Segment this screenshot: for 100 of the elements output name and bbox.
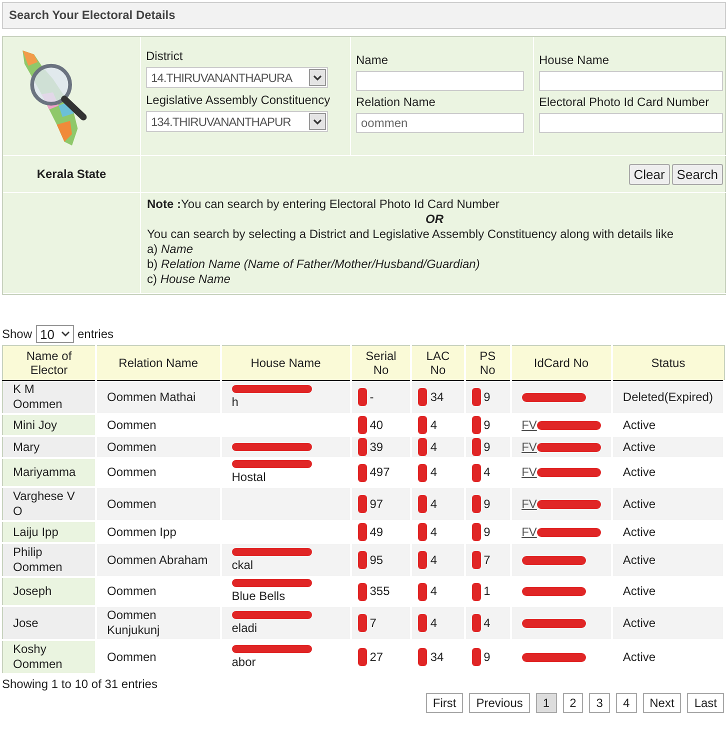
table-cell: Oommen Abraham: [96, 543, 221, 577]
table-cell: 4: [430, 524, 437, 540]
note-text: You can search by selecting a District and Legislative Assembly Constituency along with details like: [147, 227, 674, 242]
table-cell: 34: [430, 390, 444, 404]
table-cell: 97: [370, 496, 384, 512]
pagination-button[interactable]: Last: [687, 693, 724, 713]
table-cell: Varghese V O: [2, 487, 96, 521]
entries-info: Showing 1 to 10 of 31 entries: [2, 677, 158, 691]
table-cell: 49: [370, 524, 384, 540]
table-cell: 9: [484, 650, 490, 664]
table-cell: 497: [370, 465, 390, 480]
table-cell: 4: [430, 584, 437, 599]
column-header[interactable]: Relation Name: [96, 346, 221, 380]
pagination-button[interactable]: Previous: [469, 693, 530, 713]
column-header[interactable]: Serial No: [350, 346, 412, 380]
pagination-button[interactable]: Next: [642, 693, 682, 713]
idcard-link[interactable]: FV: [522, 496, 537, 512]
district-select[interactable]: 14.THIRUVANANTHAPURA: [146, 67, 328, 88]
column-header[interactable]: IdCard No: [510, 346, 612, 380]
table-cell: 4: [484, 465, 490, 480]
chevron-down-icon: [60, 331, 70, 337]
note-text: Note :You can search by entering Electoral Photo Id Card Number: [147, 197, 500, 212]
epic-field[interactable]: [539, 113, 723, 133]
pagination-button[interactable]: 1: [536, 693, 557, 713]
form-button[interactable]: Search: [672, 164, 723, 184]
name-field[interactable]: [356, 71, 524, 91]
table-cell-text: eladi: [232, 620, 258, 636]
state-label: Kerala State: [36, 167, 106, 181]
table-cell: Oommen: [96, 487, 221, 521]
entries-label: entries: [78, 327, 114, 341]
name-label: Name: [356, 53, 390, 67]
table-cell: 7: [370, 616, 376, 630]
table-cell: 4: [430, 616, 437, 630]
table-cell: Active: [612, 436, 724, 458]
table-cell: 4: [484, 616, 490, 630]
or-text: OR: [424, 212, 444, 227]
house-name-field[interactable]: [539, 71, 723, 91]
table-cell: 9: [484, 418, 490, 432]
table-cell: Mary: [2, 436, 96, 458]
pagination-button[interactable]: 2: [562, 693, 584, 713]
table-cell: 4: [430, 440, 437, 454]
table-cell: 40: [370, 418, 384, 432]
table-cell: 4: [430, 465, 437, 480]
table-cell: Koshy Oommen: [2, 640, 96, 674]
relation-name-label: Relation Name: [356, 95, 436, 109]
column-header[interactable]: LAC No: [411, 346, 465, 380]
table-cell: 95: [370, 552, 384, 568]
column-header[interactable]: House Name: [220, 346, 351, 380]
table-cell-text: Hostal: [232, 470, 267, 485]
table-cell: Jose: [2, 606, 96, 640]
table-cell: K M Oommen: [2, 380, 96, 414]
table-cell: 355: [370, 584, 390, 599]
table-cell-text: h: [232, 394, 240, 410]
table-cell: 4: [430, 496, 437, 512]
column-header[interactable]: PS No: [464, 346, 511, 380]
column-header[interactable]: Name of Elector: [2, 346, 96, 380]
table-cell: 9: [484, 390, 490, 404]
table-cell: 7: [484, 552, 490, 568]
table-cell: Mariyamma: [2, 458, 96, 487]
idcard-link[interactable]: FV: [522, 524, 537, 540]
table-cell: 39: [370, 440, 384, 454]
form-button[interactable]: Clear: [628, 164, 670, 184]
table-cell: 4: [430, 552, 437, 568]
table-cell-text: abor: [232, 654, 257, 670]
column-header[interactable]: Status: [612, 346, 724, 380]
epic-label: Electoral Photo Id Card Number: [539, 95, 710, 109]
table-cell: Laiju Ipp: [2, 521, 96, 543]
note-item: a) Name: [147, 242, 194, 257]
idcard-link[interactable]: FV: [522, 465, 537, 480]
table-cell: Active: [612, 487, 724, 521]
show-label: Show: [2, 327, 32, 341]
idcard-link[interactable]: FV: [522, 440, 537, 454]
panel-title: Search Your Electoral Details: [2, 2, 726, 29]
table-cell-text: ckal: [232, 558, 254, 572]
table-cell: Philip Oommen: [2, 543, 96, 577]
table-cell: Joseph: [2, 577, 96, 606]
idcard-link[interactable]: FV: [522, 418, 537, 432]
note-item: c) House Name: [147, 272, 232, 287]
table-cell: 9: [484, 524, 490, 540]
table-cell: -: [370, 390, 374, 404]
pagination-button[interactable]: 3: [589, 693, 610, 713]
table-cell: Oommen Kunjukunj: [96, 606, 221, 640]
constituency-label: Legislative Assembly Constituency: [146, 93, 332, 107]
note-item: b) Relation Name (Name of Father/Mother/Husband/Guardian): [147, 257, 481, 272]
table-cell: 9: [484, 496, 490, 512]
table-cell: 9: [484, 440, 490, 454]
district-label: District: [146, 49, 184, 63]
table-cell: Active: [612, 606, 724, 640]
table-cell: 1: [484, 584, 490, 599]
constituency-select[interactable]: 134.THIRUVANANTHAPUR: [146, 111, 328, 132]
table-cell: 27: [370, 650, 384, 664]
table-cell: 4: [430, 418, 437, 432]
relation-name-field[interactable]: oommen: [356, 113, 524, 133]
house-name-label: House Name: [539, 53, 610, 67]
chevron-down-icon: [313, 74, 322, 80]
page-size-select[interactable]: 10: [36, 325, 74, 343]
table-cell-text: Blue Bells: [232, 589, 286, 604]
pagination-button[interactable]: 4: [616, 693, 637, 713]
table-cell: 34: [430, 650, 444, 664]
pagination-button[interactable]: First: [426, 693, 464, 713]
